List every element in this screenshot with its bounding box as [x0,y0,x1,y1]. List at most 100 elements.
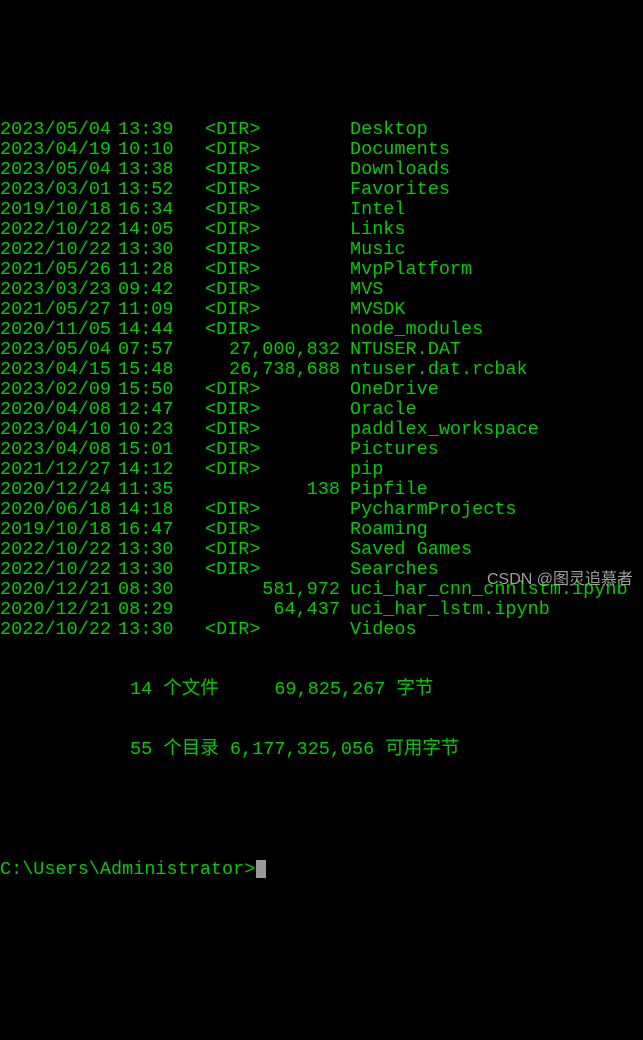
entry-time: 11:28 [100,260,185,280]
entry-name: Pictures [350,440,439,460]
entry-size: 27,000,832 [185,340,350,360]
dir-entry: 2021/12/2714:12<DIR>pip [0,460,643,480]
entry-dir-marker: <DIR> [185,560,350,580]
dir-entry: 2021/05/2611:28<DIR>MvpPlatform [0,260,643,280]
entry-size: 581,972 [185,580,350,600]
entry-dir-marker: <DIR> [185,180,350,200]
entry-dir-marker: <DIR> [185,500,350,520]
entry-dir-marker: <DIR> [185,400,350,420]
entry-date: 2020/12/21 [0,600,100,620]
entry-date: 2022/10/22 [0,560,100,580]
entry-size: 26,738,688 [185,360,350,380]
entry-name: Saved Games [350,540,472,560]
entry-name: Intel [350,200,406,220]
watermark: CSDN @图灵追慕者 [487,570,633,590]
blank-line [0,800,643,820]
entry-name: MVSDK [350,300,406,320]
entry-date: 2023/04/15 [0,360,100,380]
dir-entry: 2019/10/1816:34<DIR>Intel [0,200,643,220]
entry-dir-marker: <DIR> [185,160,350,180]
entry-dir-marker: <DIR> [185,240,350,260]
dir-entry: 2023/05/0413:39<DIR>Desktop [0,120,643,140]
entry-date: 2023/05/04 [0,120,100,140]
entry-size: 138 [185,480,350,500]
entry-time: 13:30 [100,240,185,260]
entry-date: 2021/12/27 [0,460,100,480]
dir-entry: 2023/04/1515:4826,738,688ntuser.dat.rcba… [0,360,643,380]
dir-entry: 2021/05/2711:09<DIR>MVSDK [0,300,643,320]
cursor [256,860,266,878]
entry-name: Downloads [350,160,450,180]
summary-files: 14 个文件 69,825,267 字节 [0,680,643,700]
entry-time: 13:30 [100,620,185,640]
prompt-text: C:\Users\Administrator> [0,860,255,880]
entry-time: 13:39 [100,120,185,140]
entry-date: 2023/04/08 [0,440,100,460]
entry-name: Desktop [350,120,428,140]
dir-entry: 2022/10/2214:05<DIR>Links [0,220,643,240]
dir-entry: 2020/12/2411:35138Pipfile [0,480,643,500]
entry-dir-marker: <DIR> [185,140,350,160]
entry-dir-marker: <DIR> [185,280,350,300]
entry-name: paddlex_workspace [350,420,539,440]
terminal-output[interactable]: 2023/05/0413:39<DIR>Desktop2023/04/1910:… [0,80,643,900]
entry-time: 13:38 [100,160,185,180]
entry-date: 2022/10/22 [0,540,100,560]
entry-name: Music [350,240,406,260]
entry-date: 2020/04/08 [0,400,100,420]
entry-time: 12:47 [100,400,185,420]
entry-time: 15:01 [100,440,185,460]
entry-date: 2019/10/18 [0,520,100,540]
entry-time: 16:47 [100,520,185,540]
entry-date: 2019/10/18 [0,200,100,220]
dir-entry: 2020/11/0514:44<DIR>node_modules [0,320,643,340]
entry-name: Favorites [350,180,450,200]
dir-entry: 2023/05/0407:5727,000,832NTUSER.DAT [0,340,643,360]
prompt-line[interactable]: C:\Users\Administrator> [0,860,643,880]
entry-date: 2022/10/22 [0,220,100,240]
entry-time: 13:30 [100,540,185,560]
entry-date: 2021/05/26 [0,260,100,280]
entry-dir-marker: <DIR> [185,440,350,460]
dir-listing: 2023/05/0413:39<DIR>Desktop2023/04/1910:… [0,120,643,640]
entry-dir-marker: <DIR> [185,300,350,320]
entry-date: 2022/10/22 [0,620,100,640]
entry-date: 2023/03/23 [0,280,100,300]
entry-name: PycharmProjects [350,500,517,520]
entry-time: 14:12 [100,460,185,480]
entry-name: MvpPlatform [350,260,472,280]
dir-entry: 2023/03/2309:42<DIR>MVS [0,280,643,300]
entry-date: 2022/10/22 [0,240,100,260]
dir-entry: 2020/06/1814:18<DIR>PycharmProjects [0,500,643,520]
entry-time: 14:44 [100,320,185,340]
entry-time: 08:30 [100,580,185,600]
entry-date: 2020/12/24 [0,480,100,500]
dir-entry: 2022/10/2213:30<DIR>Music [0,240,643,260]
entry-dir-marker: <DIR> [185,460,350,480]
entry-dir-marker: <DIR> [185,260,350,280]
entry-date: 2023/03/01 [0,180,100,200]
entry-name: Searches [350,560,439,580]
entry-name: Videos [350,620,417,640]
dir-entry: 2020/12/2108:2964,437uci_har_lstm.ipynb [0,600,643,620]
entry-time: 11:35 [100,480,185,500]
dir-entry: 2023/02/0915:50<DIR>OneDrive [0,380,643,400]
entry-name: MVS [350,280,383,300]
entry-name: Pipfile [350,480,428,500]
entry-date: 2020/06/18 [0,500,100,520]
entry-size: 64,437 [185,600,350,620]
entry-dir-marker: <DIR> [185,120,350,140]
entry-time: 15:50 [100,380,185,400]
entry-time: 14:05 [100,220,185,240]
dir-entry: 2019/10/1816:47<DIR>Roaming [0,520,643,540]
dir-entry: 2020/04/0812:47<DIR>Oracle [0,400,643,420]
entry-name: ntuser.dat.rcbak [350,360,528,380]
entry-dir-marker: <DIR> [185,520,350,540]
entry-name: OneDrive [350,380,439,400]
entry-date: 2021/05/27 [0,300,100,320]
entry-dir-marker: <DIR> [185,200,350,220]
summary-dirs: 55 个目录 6,177,325,056 可用字节 [0,740,643,760]
entry-name: pip [350,460,383,480]
dir-entry: 2023/04/0815:01<DIR>Pictures [0,440,643,460]
dir-entry: 2022/10/2213:30<DIR>Videos [0,620,643,640]
